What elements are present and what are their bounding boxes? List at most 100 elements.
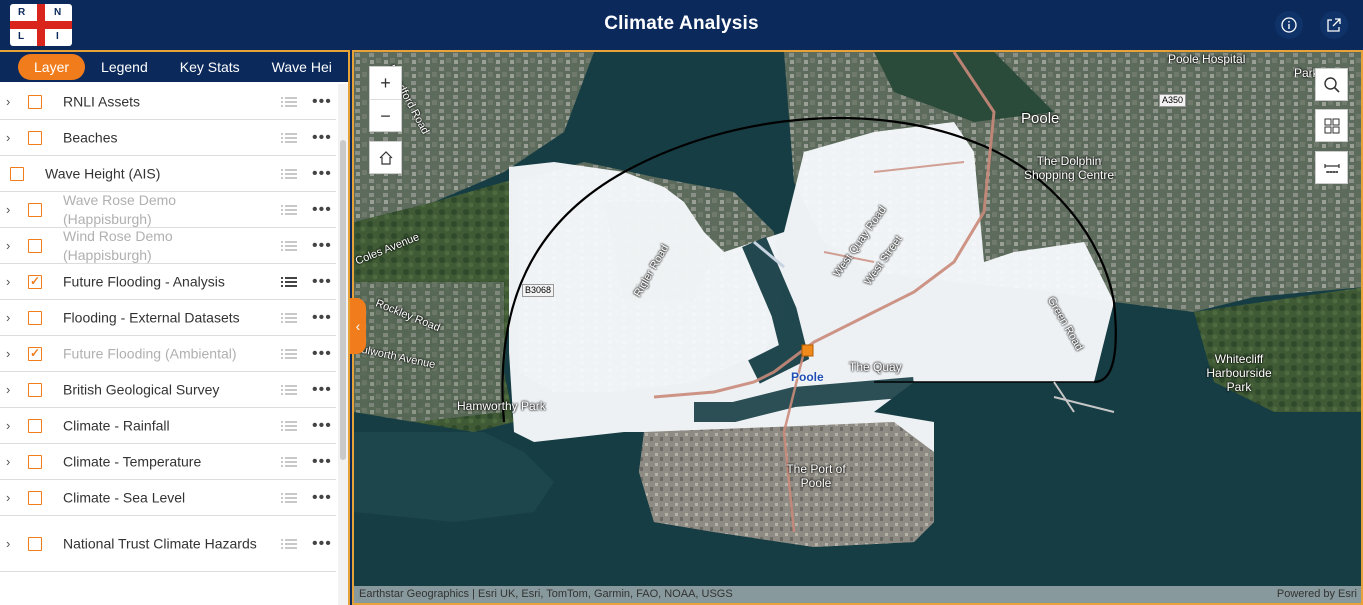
- layer-row[interactable]: › ✓ Future Flooding - Analysis •••: [0, 264, 336, 300]
- legend-list-icon[interactable]: [281, 455, 297, 469]
- ruler-icon: [1323, 164, 1340, 173]
- zoom-in-button[interactable]: +: [370, 67, 401, 99]
- more-options-icon[interactable]: •••: [312, 93, 332, 111]
- legend-list-icon[interactable]: [281, 383, 297, 397]
- page-title: Climate Analysis: [604, 13, 759, 34]
- legend-list-icon[interactable]: [281, 491, 297, 505]
- layer-row[interactable]: › Climate - Sea Level •••: [0, 480, 336, 516]
- layer-row[interactable]: › British Geological Survey •••: [0, 372, 336, 408]
- more-options-icon[interactable]: •••: [312, 453, 332, 471]
- more-options-icon[interactable]: •••: [312, 309, 332, 327]
- legend-list-icon[interactable]: [281, 131, 297, 145]
- layer-visibility-checkbox[interactable]: [28, 536, 42, 551]
- layer-visibility-checkbox[interactable]: [28, 418, 42, 433]
- layer-visibility-checkbox[interactable]: ✓: [28, 346, 42, 361]
- powered-by-esri[interactable]: Powered by Esri: [1277, 586, 1357, 603]
- layer-row[interactable]: › Flooding - External Datasets •••: [0, 300, 336, 336]
- scrollbar-thumb[interactable]: [340, 140, 346, 460]
- legend-list-icon[interactable]: [281, 203, 297, 217]
- tab-legend[interactable]: Legend: [85, 54, 164, 80]
- panel-tabs: Layer Legend Key Stats Wave Hei: [0, 52, 348, 82]
- layer-row[interactable]: › RNLI Assets •••: [0, 84, 336, 120]
- legend-list-icon[interactable]: [281, 239, 297, 253]
- more-options-icon[interactable]: •••: [312, 129, 332, 147]
- tab-layer[interactable]: Layer: [18, 54, 86, 80]
- measure-button[interactable]: [1315, 151, 1348, 184]
- chevron-right-icon[interactable]: ›: [6, 382, 18, 398]
- layer-row[interactable]: › National Trust Climate Hazards •••: [0, 516, 336, 572]
- more-options-icon[interactable]: •••: [312, 381, 332, 399]
- layer-row[interactable]: › Beaches •••: [0, 120, 336, 156]
- layer-label: Climate - Temperature: [63, 453, 202, 469]
- layer-visibility-checkbox[interactable]: [28, 238, 42, 253]
- map-view[interactable]: Poole Poole Hospital Parkstone The Dolph…: [352, 50, 1363, 605]
- layer-row[interactable]: › Climate - Temperature •••: [0, 444, 336, 480]
- info-icon: [1281, 17, 1297, 33]
- legend-list-icon[interactable]: [281, 537, 297, 551]
- basemap-gallery-button[interactable]: [1315, 109, 1348, 142]
- label-dolphin-centre: The Dolphin Shopping Centre: [1023, 154, 1115, 182]
- layer-row[interactable]: Wave Height (AIS) •••: [0, 156, 336, 192]
- more-options-icon[interactable]: •••: [312, 237, 332, 255]
- layer-label: Flooding - External Datasets: [63, 309, 240, 325]
- legend-list-icon[interactable]: [281, 347, 297, 361]
- legend-list-icon[interactable]: [281, 275, 297, 289]
- layer-visibility-checkbox[interactable]: [28, 202, 42, 217]
- more-options-icon[interactable]: •••: [312, 201, 332, 219]
- app-header: R N L I Climate Analysis: [0, 0, 1363, 50]
- legend-list-icon[interactable]: [281, 311, 297, 325]
- zoom-control: + −: [369, 66, 402, 132]
- layer-row[interactable]: › Climate - Rainfall •••: [0, 408, 336, 444]
- layer-label: National Trust Climate Hazards: [63, 535, 257, 551]
- more-options-icon[interactable]: •••: [312, 345, 332, 363]
- layer-visibility-checkbox[interactable]: [28, 490, 42, 505]
- legend-list-icon[interactable]: [281, 95, 297, 109]
- layer-row[interactable]: › Wind Rose Demo (Happisburgh) •••: [0, 228, 336, 264]
- share-icon: [1327, 18, 1341, 32]
- more-options-icon[interactable]: •••: [312, 165, 332, 183]
- layer-row[interactable]: › Wave Rose Demo (Happisburgh) •••: [0, 192, 336, 228]
- layer-visibility-checkbox[interactable]: [28, 382, 42, 397]
- zoom-out-button[interactable]: −: [370, 99, 401, 131]
- chevron-right-icon[interactable]: ›: [6, 346, 18, 362]
- search-button[interactable]: [1315, 68, 1348, 101]
- legend-list-icon[interactable]: [281, 167, 297, 181]
- layer-visibility-checkbox[interactable]: [28, 130, 42, 145]
- layer-row[interactable]: › ✓ Future Flooding (Ambiental) •••: [0, 336, 336, 372]
- layer-visibility-checkbox[interactable]: [28, 454, 42, 469]
- chevron-right-icon[interactable]: ›: [6, 454, 18, 470]
- layer-label: Wind Rose Demo (Happisburgh): [63, 227, 173, 263]
- more-options-icon[interactable]: •••: [312, 417, 332, 435]
- road-shield-a350: A350: [1159, 94, 1187, 107]
- chevron-right-icon[interactable]: ›: [6, 310, 18, 326]
- layer-visibility-checkbox[interactable]: [28, 310, 42, 325]
- more-options-icon[interactable]: •••: [312, 489, 332, 507]
- layer-visibility-checkbox[interactable]: [28, 94, 42, 109]
- more-options-icon[interactable]: •••: [312, 535, 332, 553]
- chevron-right-icon[interactable]: ›: [6, 202, 18, 218]
- home-button[interactable]: [369, 141, 402, 174]
- chevron-right-icon[interactable]: ›: [6, 238, 18, 254]
- chevron-right-icon[interactable]: ›: [6, 130, 18, 146]
- share-button[interactable]: [1320, 11, 1348, 39]
- tab-wave-height[interactable]: Wave Hei: [256, 54, 348, 80]
- label-poole-harbour: Poole: [791, 370, 824, 384]
- map-attribution: Earthstar Geographics | Esri UK, Esri, T…: [354, 586, 1361, 603]
- label-the-quay: The Quay: [849, 360, 902, 374]
- layer-panel: Layer Legend Key Stats Wave Hei › RNLI As…: [0, 50, 350, 605]
- chevron-right-icon[interactable]: ›: [6, 94, 18, 110]
- chevron-right-icon[interactable]: ›: [6, 418, 18, 434]
- layer-visibility-checkbox[interactable]: [10, 166, 24, 181]
- attribution-text: Earthstar Geographics | Esri UK, Esri, T…: [359, 588, 733, 600]
- layer-list: › RNLI Assets ••• › Beaches ••• Wave Height (A…: [0, 84, 336, 605]
- label-port-of-poole: The Port of Poole: [786, 462, 846, 490]
- info-button[interactable]: [1275, 11, 1303, 39]
- collapse-panel-button[interactable]: ‹: [350, 298, 366, 354]
- tab-key-stats[interactable]: Key Stats: [164, 54, 256, 80]
- chevron-right-icon[interactable]: ›: [6, 274, 18, 290]
- more-options-icon[interactable]: •••: [312, 273, 332, 291]
- chevron-right-icon[interactable]: ›: [6, 490, 18, 506]
- chevron-right-icon[interactable]: ›: [6, 536, 18, 552]
- layer-visibility-checkbox[interactable]: ✓: [28, 274, 42, 289]
- legend-list-icon[interactable]: [281, 419, 297, 433]
